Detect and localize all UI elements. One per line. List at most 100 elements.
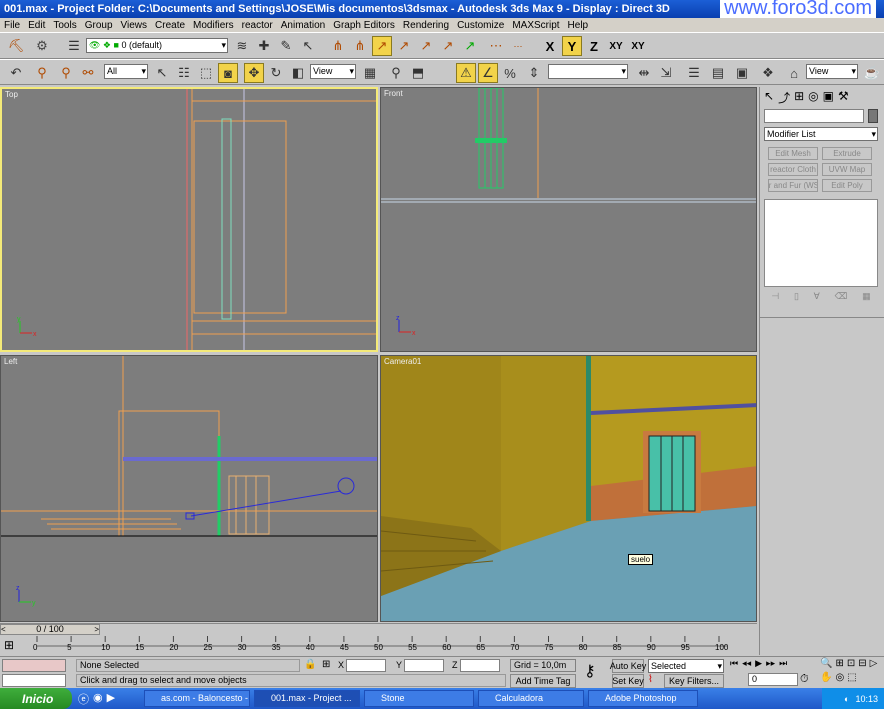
- maxscript-listener[interactable]: [2, 659, 66, 672]
- extrude-button[interactable]: Extrude: [822, 147, 872, 160]
- zoom-extents-all-icon[interactable]: ⊟: [858, 658, 866, 669]
- menu-modifiers[interactable]: Modifiers: [189, 20, 238, 31]
- firefox-icon[interactable]: ◉: [93, 691, 103, 707]
- remove-modifier-icon[interactable]: ⌫: [835, 291, 848, 305]
- ie-icon[interactable]: ⓔ: [78, 691, 89, 707]
- slider-prev-icon[interactable]: <: [1, 625, 6, 634]
- viewport-top-label[interactable]: Top: [5, 90, 18, 99]
- key-tangent-icon[interactable]: ⌇: [648, 674, 653, 685]
- play-icon[interactable]: ▶: [755, 658, 762, 669]
- hair-fur-button[interactable]: ir and Fur (WS: [768, 179, 818, 192]
- align-icon[interactable]: ⇲: [656, 63, 676, 83]
- zoom-extents-icon[interactable]: ⊡: [847, 658, 855, 669]
- axis-xy2-button[interactable]: XY: [628, 36, 648, 56]
- previous-frame-icon[interactable]: ◂◂: [742, 658, 751, 669]
- slider-next-icon[interactable]: >: [94, 625, 99, 634]
- snap-toggle-icon[interactable]: ⚠: [456, 63, 476, 83]
- schematic-icon[interactable]: ⚙: [32, 36, 52, 56]
- viewport-left[interactable]: Left zy: [0, 355, 378, 622]
- unlink-icon[interactable]: ⚲: [56, 63, 76, 83]
- constraint-6-icon[interactable]: ↗: [438, 36, 458, 56]
- curve-editor-icon[interactable]: ▤: [708, 63, 728, 83]
- set-keys-icon[interactable]: ⚷: [584, 661, 596, 681]
- modifier-list-dropdown[interactable]: Modifier List: [764, 127, 878, 141]
- maximize-viewport-icon[interactable]: ⬚: [847, 672, 856, 683]
- go-to-start-icon[interactable]: ⏮: [730, 658, 738, 669]
- task-browser[interactable]: as.com - Baloncesto - ...: [144, 690, 250, 707]
- constraint-7-icon[interactable]: ↗: [460, 36, 480, 56]
- lock-selection-icon[interactable]: 🔒: [304, 659, 316, 670]
- edit-mesh-button[interactable]: Edit Mesh: [768, 147, 818, 160]
- mirror-icon[interactable]: ⇹: [634, 63, 654, 83]
- time-slider-thumb[interactable]: < 0 / 100 >: [0, 624, 100, 635]
- absolute-mode-icon[interactable]: ⊞: [322, 659, 330, 670]
- constraint-1-icon[interactable]: ⋔: [328, 36, 348, 56]
- undo-icon[interactable]: ↶: [6, 63, 26, 83]
- modifier-stack[interactable]: [764, 199, 878, 287]
- field-of-view-icon[interactable]: ▷: [870, 658, 878, 669]
- start-button[interactable]: Inicio: [0, 688, 72, 709]
- task-3dsmax[interactable]: 001.max - Project ...: [254, 690, 360, 707]
- create-tab-icon[interactable]: ↖: [764, 89, 774, 106]
- viewport-top[interactable]: Top yx: [0, 87, 378, 352]
- select-by-name-icon[interactable]: ☷: [174, 63, 194, 83]
- constraint-3-icon[interactable]: ↗: [372, 36, 392, 56]
- angle-snap-icon[interactable]: ∠: [478, 63, 498, 83]
- viewport-front-label[interactable]: Front: [384, 89, 403, 98]
- constraint-4-icon[interactable]: ↗: [394, 36, 414, 56]
- scale-icon[interactable]: ◧: [288, 63, 308, 83]
- edit-poly-button[interactable]: Edit Poly: [822, 179, 872, 192]
- configure-sets-icon[interactable]: ▦: [862, 291, 871, 305]
- maxscript-mini-input[interactable]: [2, 674, 66, 687]
- menu-group[interactable]: Group: [81, 20, 117, 31]
- move-icon[interactable]: ✥: [244, 63, 264, 83]
- axis-z-button[interactable]: Z: [584, 36, 604, 56]
- z-coordinate-field[interactable]: [460, 659, 500, 672]
- viewport-camera[interactable]: Camera01 suelo: [380, 355, 757, 622]
- menu-reactor[interactable]: reactor: [238, 20, 277, 31]
- time-config-icon[interactable]: ⏱: [800, 673, 809, 686]
- pan-icon[interactable]: ✋: [820, 672, 832, 683]
- key-mode-dropdown[interactable]: Selected: [648, 659, 724, 673]
- y-coordinate-field[interactable]: [404, 659, 444, 672]
- axis-x-button[interactable]: X: [540, 36, 560, 56]
- layer-select-icon[interactable]: ✎: [276, 36, 296, 56]
- layer-add-icon[interactable]: ≋: [232, 36, 252, 56]
- task-photoshop[interactable]: Adobe Photoshop: [588, 690, 698, 707]
- named-selection-dropdown[interactable]: [548, 64, 628, 79]
- track-bar[interactable]: 0 5 10 15 20 25 30 35 40 45 50 55 60 65 70 75 80 85 90 95 10…: [0, 636, 757, 656]
- menu-graph-editors[interactable]: Graph Editors: [329, 20, 399, 31]
- make-unique-icon[interactable]: ∀: [814, 291, 820, 305]
- menu-help[interactable]: Help: [564, 20, 593, 31]
- spinner-snap-icon[interactable]: ⇕: [524, 63, 544, 83]
- set-key-button[interactable]: Set Key: [612, 674, 644, 688]
- hierarchy-tab-icon[interactable]: ⊞: [794, 89, 804, 106]
- render-scene-icon[interactable]: ⌂: [784, 63, 804, 83]
- x-coordinate-field[interactable]: [346, 659, 386, 672]
- select-link-icon[interactable]: ⚲: [32, 63, 52, 83]
- utilities-tab-icon[interactable]: ⚒: [838, 89, 849, 106]
- menu-file[interactable]: File: [0, 20, 24, 31]
- task-calculator[interactable]: Calculadora: [478, 690, 584, 707]
- key-filters-button[interactable]: Key Filters...: [664, 674, 724, 688]
- constraint-5-icon[interactable]: ↗: [416, 36, 436, 56]
- render-type-dropdown[interactable]: View: [806, 64, 858, 79]
- schematic-view-icon[interactable]: ▣: [732, 63, 752, 83]
- viewport-left-label[interactable]: Left: [4, 357, 17, 366]
- window-crossing-icon[interactable]: ◙: [218, 63, 238, 83]
- menu-maxscript[interactable]: MAXScript: [508, 20, 563, 31]
- constraint-8-icon[interactable]: ⋯: [486, 36, 506, 56]
- constraint-2-icon[interactable]: ⋔: [350, 36, 370, 56]
- motion-tab-icon[interactable]: ◎: [808, 89, 818, 106]
- percent-snap-icon[interactable]: %: [500, 63, 520, 83]
- menu-views[interactable]: Views: [117, 20, 152, 31]
- display-tab-icon[interactable]: ▣: [823, 89, 834, 106]
- menu-customize[interactable]: Customize: [453, 20, 508, 31]
- zoom-all-icon[interactable]: ⊞: [835, 658, 843, 669]
- object-color-swatch[interactable]: [868, 109, 878, 123]
- go-to-end-icon[interactable]: ⏭: [779, 658, 787, 669]
- selection-filter-dropdown[interactable]: All: [104, 64, 148, 79]
- keyboard-shortcut-icon[interactable]: ⬒: [408, 63, 428, 83]
- media-icon[interactable]: ▶: [107, 691, 115, 707]
- zoom-icon[interactable]: 🔍: [820, 658, 832, 669]
